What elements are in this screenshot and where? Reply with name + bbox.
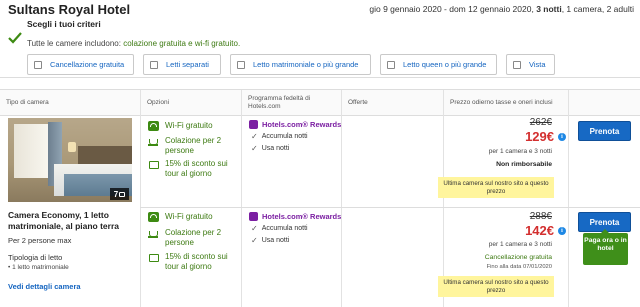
rewards-name: Hotels.com® Rewards — [262, 212, 342, 221]
bed-type-title: Tipologia di letto — [8, 253, 63, 262]
column-divider — [140, 116, 141, 307]
camera-icon — [119, 191, 126, 197]
rewards-name: Hotels.com® Rewards — [262, 120, 342, 129]
filter-label: Letto matrimoniale o più grande — [253, 60, 359, 69]
option-label: 15% di sconto sui tour al giorno — [165, 252, 228, 271]
price-per: per 1 camera e 3 notti — [488, 241, 552, 248]
option-label: Wi-Fi gratuito — [165, 121, 213, 130]
room-details-link[interactable]: Vedi dettagli camera — [8, 282, 81, 291]
option-wifi: Wi-Fi gratuito — [148, 212, 213, 222]
stay-dates: gio 9 gennaio 2020 - dom 12 gennaio 2020… — [369, 4, 534, 14]
non-refundable-label: Non rimborsabile — [496, 161, 552, 168]
check-icon: ✓ — [251, 132, 258, 141]
book-button[interactable]: Prenota — [578, 121, 631, 141]
stay-rooms-guests: , 1 camera, 2 adulti — [561, 4, 634, 14]
rewards-item: Accumula notti — [261, 133, 308, 140]
bed-type-item: • 1 letto matrimoniale — [8, 264, 69, 271]
coffee-cup-icon — [148, 136, 159, 146]
old-price: 262€ — [529, 117, 552, 128]
rewards-icon — [249, 120, 258, 129]
criteria-subtitle-included: colazione gratuita e wi-fi gratuito. — [123, 39, 241, 48]
option-tour-discount: 15% di sconto sui tour al giorno — [148, 159, 238, 178]
current-price: 129€ — [525, 129, 554, 144]
filter-free-cancellation[interactable]: Cancellazione gratuita — [27, 54, 134, 75]
filter-label: Letti separati — [166, 60, 209, 69]
cancellation-deadline: Fino alla data 07/01/2020 — [486, 264, 552, 270]
wifi-icon — [148, 212, 159, 222]
wifi-icon — [148, 121, 159, 131]
info-icon[interactable]: i — [558, 133, 566, 141]
loyalty-rewards: Hotels.com® Rewards ✓ Accumula notti ✓ Usa… — [249, 212, 341, 245]
option-breakfast: Colazione per 2 persone — [148, 228, 238, 247]
stay-summary: gio 9 gennaio 2020 - dom 12 gennaio 2020… — [369, 4, 634, 14]
row-divider — [140, 207, 640, 208]
check-icon: ✓ — [251, 144, 258, 153]
pay-option-tooltip: Paga ora o in hotel — [583, 229, 628, 265]
header-action — [568, 90, 640, 116]
check-icon: ✓ — [251, 236, 258, 245]
filter-label: Cancellazione gratuita — [50, 60, 125, 69]
free-cancellation-label: Cancellazione gratuita — [484, 254, 552, 261]
filter-twin-beds[interactable]: Letti separati — [143, 54, 221, 75]
checkmark-icon — [8, 32, 22, 44]
rewards-icon — [249, 212, 258, 221]
option-label: Colazione per 2 persone — [165, 136, 222, 155]
rewards-item: Usa notti — [261, 145, 290, 152]
filter-double-bed[interactable]: Letto matrimoniale o più grande — [230, 54, 371, 75]
table-header: Tipo di camera Opzioni Programma fedeltà… — [0, 90, 640, 116]
coffee-cup-icon — [148, 228, 159, 238]
criteria-panel: Scegli i tuoi criteri Tutte le camere in… — [0, 18, 640, 78]
stay-nights: 3 notti — [536, 4, 562, 14]
checkbox-icon[interactable] — [513, 60, 521, 69]
rewards-item: Accumula notti — [261, 225, 308, 232]
header-offers: Offerte — [341, 90, 443, 116]
price-per: per 1 camera e 3 notti — [488, 148, 552, 155]
column-divider — [241, 116, 242, 307]
option-label: Wi-Fi gratuito — [165, 212, 213, 221]
option-label: 15% di sconto sui tour al giorno — [165, 159, 228, 178]
checkbox-icon[interactable] — [150, 60, 158, 69]
filter-queen-bed[interactable]: Letto queen o più grande — [380, 54, 497, 75]
info-icon[interactable]: i — [558, 227, 566, 235]
current-price: 142€ — [525, 223, 554, 238]
filter-label: Vista — [529, 60, 546, 69]
last-room-banner: Ultima camera sul nostro sito a questo p… — [438, 177, 554, 198]
checkbox-icon[interactable] — [237, 60, 245, 69]
last-room-banner: Ultima camera sul nostro sito a questo p… — [438, 276, 554, 297]
ticket-icon — [148, 159, 159, 169]
header-loyalty: Programma fedeltà di Hotels.com — [241, 90, 341, 116]
option-tour-discount: 15% di sconto sui tour al giorno — [148, 252, 238, 271]
option-label: Colazione per 2 persone — [165, 228, 222, 247]
photo-count-badge[interactable]: 7 — [110, 188, 129, 200]
column-divider — [568, 116, 569, 307]
checkbox-icon[interactable] — [34, 60, 42, 69]
rewards-item: Usa notti — [261, 237, 290, 244]
top-bar: Sultans Royal Hotel gio 9 gennaio 2020 -… — [0, 0, 640, 18]
criteria-title: Scegli i tuoi criteri — [27, 19, 101, 29]
header-room-type: Tipo di camera — [6, 99, 49, 107]
filter-label: Letto queen o più grande — [403, 60, 487, 69]
header-options: Opzioni — [140, 90, 241, 116]
checkbox-icon[interactable] — [387, 60, 395, 69]
header-price: Prezzo odierno tasse e oneri inclusi — [443, 90, 568, 116]
option-wifi: Wi-Fi gratuito — [148, 121, 213, 131]
check-icon: ✓ — [251, 224, 258, 233]
option-breakfast: Colazione per 2 persone — [148, 136, 238, 155]
ticket-icon — [148, 252, 159, 262]
filter-view[interactable]: Vista — [506, 54, 555, 75]
loyalty-rewards: Hotels.com® Rewards ✓ Accumula notti ✓ Usa… — [249, 120, 341, 153]
filter-list: Cancellazione gratuita Letti separati Le… — [27, 54, 555, 75]
room-name: Camera Economy, 1 letto matrimoniale, al… — [8, 210, 120, 231]
criteria-subtitle-prefix: Tutte le camere includono: — [27, 39, 121, 48]
criteria-subtitle: Tutte le camere includono: colazione gra… — [27, 39, 240, 48]
photo-count: 7 — [113, 189, 119, 199]
hotel-name: Sultans Royal Hotel — [8, 1, 131, 17]
old-price: 288€ — [529, 211, 552, 222]
room-capacity: Per 2 persone max — [8, 236, 72, 245]
